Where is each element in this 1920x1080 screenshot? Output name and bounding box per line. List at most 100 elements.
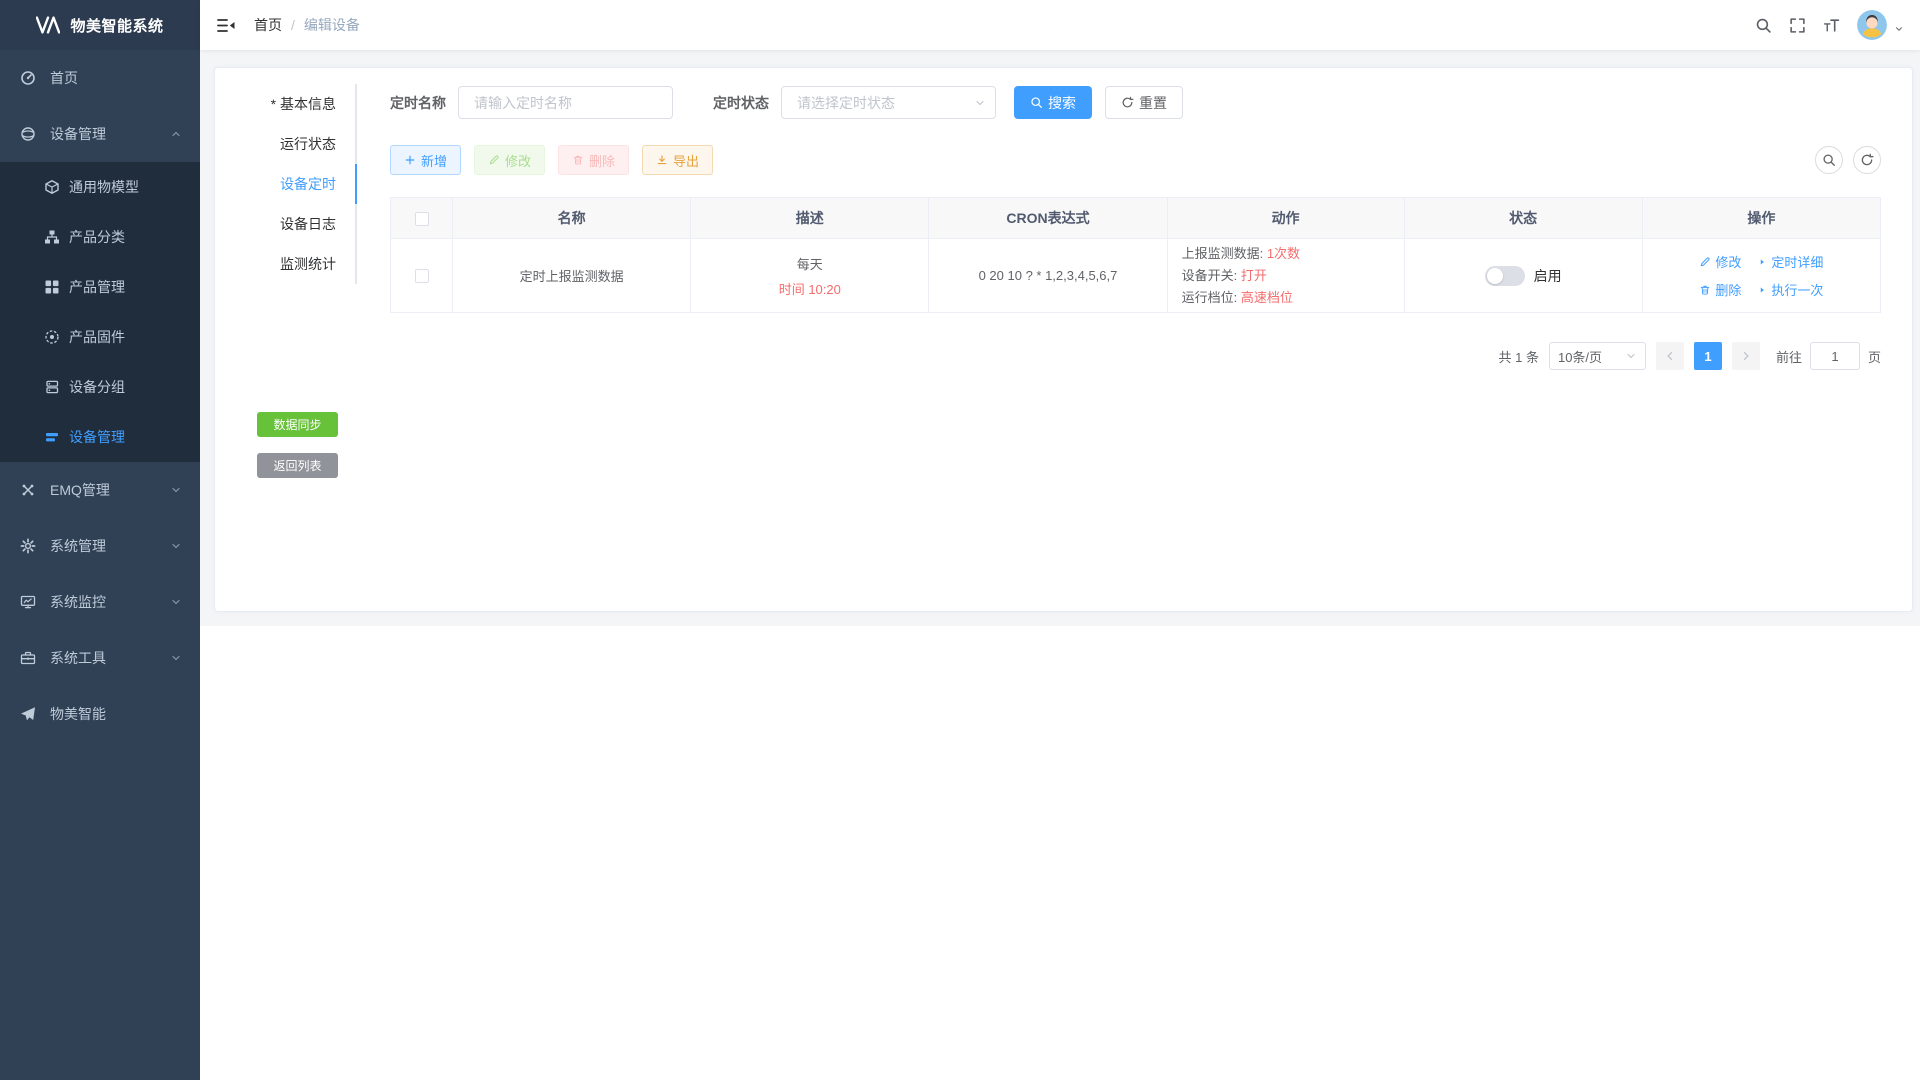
col-cron: CRON表达式 (929, 198, 1167, 239)
sidebar-item-product-management[interactable]: 产品管理 (0, 262, 200, 312)
font-size-icon[interactable] (1823, 17, 1840, 34)
edit-icon (1699, 256, 1711, 268)
refresh-icon (1121, 96, 1134, 109)
add-button[interactable]: 新增 (390, 145, 461, 175)
download-icon (656, 154, 668, 166)
page-number-button[interactable]: 1 (1694, 342, 1722, 370)
tab-run-status[interactable]: 运行状态 (215, 124, 355, 164)
chevron-down-icon (170, 596, 182, 608)
table-right-tools (1815, 146, 1881, 174)
avatar (1857, 10, 1887, 40)
cell-description: 每天 时间 10:20 (691, 239, 929, 313)
refresh-icon (1860, 153, 1874, 167)
search-icon (1822, 153, 1836, 167)
tab-monitor-stats[interactable]: 监测统计 (215, 244, 355, 284)
pagination: 共 1 条 10条/页 1 前往 页 (390, 342, 1881, 370)
timer-name-label: 定时名称 (390, 93, 446, 113)
sidebar-item-home[interactable]: 首页 (0, 50, 200, 106)
sidebar-item-system-monitor[interactable]: 系统监控 (0, 574, 200, 630)
data-sync-button[interactable]: 数据同步 (257, 412, 338, 437)
row-edit-link[interactable]: 修改 (1699, 252, 1741, 271)
sidebar-item-product-firmware[interactable]: 产品固件 (0, 312, 200, 362)
tab-device-log[interactable]: 设备日志 (215, 204, 355, 244)
caret-down-icon (1894, 24, 1904, 34)
fullscreen-icon[interactable] (1789, 17, 1806, 34)
tab-basic-info[interactable]: * 基本信息 (215, 84, 355, 124)
sidebar-item-label: 设备分组 (69, 377, 125, 397)
pagination-total: 共 1 条 (1499, 347, 1539, 366)
cell-status: 启用 (1404, 239, 1642, 313)
sidebar-item-thing-model[interactable]: 通用物模型 (0, 162, 200, 212)
col-action: 动作 (1167, 198, 1404, 239)
sidebar-item-product-category[interactable]: 产品分类 (0, 212, 200, 262)
sidebar-item-device-management[interactable]: 设备管理 (0, 106, 200, 162)
goto-page-input[interactable] (1810, 342, 1860, 370)
status-toggle[interactable] (1485, 266, 1525, 286)
row-run-once-link[interactable]: 执行一次 (1757, 280, 1823, 299)
cube-icon (44, 179, 60, 195)
edit-icon (488, 154, 500, 166)
plus-icon (404, 154, 416, 166)
tab-device-timer[interactable]: 设备定时 (215, 164, 355, 204)
sidebar-item-label: 系统监控 (50, 592, 106, 612)
refresh-button[interactable] (1853, 146, 1881, 174)
export-button[interactable]: 导出 (642, 145, 713, 175)
dashboard-icon (20, 70, 36, 86)
app-logo[interactable]: 物美智能系统 (0, 0, 200, 50)
select-all-checkbox[interactable] (415, 212, 429, 226)
arrow-right-icon (1740, 350, 1752, 362)
chevron-up-icon (170, 128, 182, 140)
sidebar-item-label: 通用物模型 (69, 177, 139, 197)
sidebar-item-label: 产品固件 (69, 327, 125, 347)
search-button[interactable]: 搜索 (1014, 86, 1092, 119)
filter-form: 定时名称 定时状态 请选择定时状态 搜索 重置 (390, 86, 1881, 119)
edit-button[interactable]: 修改 (474, 145, 545, 175)
device-management-submenu: 通用物模型 产品分类 产品管理 产品固件 设备分组 (0, 162, 200, 462)
timer-status-select[interactable]: 请选择定时状态 (781, 86, 996, 119)
device-list-icon (44, 429, 60, 445)
col-operations: 操作 (1642, 198, 1880, 239)
page-size-select[interactable]: 10条/页 (1549, 342, 1646, 370)
row-delete-link[interactable]: 删除 (1699, 280, 1741, 299)
desc-line2: 时间 10:20 (691, 279, 928, 298)
sidebar-item-label: 产品分类 (69, 227, 125, 247)
toggle-search-button[interactable] (1815, 146, 1843, 174)
cell-actions: 上报监测数据: 1次数 设备开关: 打开 运行档位: 高速档位 (1167, 239, 1404, 313)
sidebar-item-label: 设备管理 (69, 427, 125, 447)
status-label: 启用 (1534, 266, 1562, 286)
action-line: 运行档位: 高速档位 (1182, 287, 1404, 309)
device-edit-card: * 基本信息 运行状态 设备定时 设备日志 监测统计 数据同步 返回列表 (214, 67, 1913, 612)
prev-page-button[interactable] (1656, 342, 1684, 370)
reset-button[interactable]: 重置 (1105, 86, 1183, 119)
breadcrumb-home[interactable]: 首页 (254, 15, 282, 35)
chevron-down-icon (170, 484, 182, 496)
breadcrumb-separator: / (291, 17, 295, 33)
trash-icon (1699, 284, 1711, 296)
sidebar-item-device-list[interactable]: 设备管理 (0, 412, 200, 462)
sidebar-item-wumei-smart[interactable]: 物美智能 (0, 686, 200, 742)
search-icon[interactable] (1755, 17, 1772, 34)
user-menu[interactable] (1857, 10, 1904, 40)
sidebar-item-label: EMQ管理 (50, 480, 110, 500)
chevron-down-icon (170, 540, 182, 552)
sidebar-item-emq[interactable]: EMQ管理 (0, 462, 200, 518)
gear-icon (20, 538, 36, 554)
row-timer-detail-link[interactable]: 定时详细 (1757, 252, 1823, 271)
select-all-cell (391, 198, 453, 239)
main-column: 首页 / 编辑设备 (200, 0, 1920, 1080)
next-page-button[interactable] (1732, 342, 1760, 370)
back-to-list-button[interactable]: 返回列表 (257, 453, 338, 478)
top-navbar: 首页 / 编辑设备 (200, 0, 1920, 50)
sidebar-item-system-tools[interactable]: 系统工具 (0, 630, 200, 686)
chevron-down-icon (974, 97, 986, 109)
navbar-tools (1755, 10, 1904, 40)
chevron-down-icon (1625, 350, 1637, 362)
sidebar-item-label: 产品管理 (69, 277, 125, 297)
sidebar-toggle-icon[interactable] (216, 17, 236, 34)
timer-name-input[interactable] (458, 86, 673, 119)
sidebar-item-system-management[interactable]: 系统管理 (0, 518, 200, 574)
row-select-cell (391, 239, 453, 313)
delete-button[interactable]: 删除 (558, 145, 629, 175)
row-checkbox[interactable] (415, 269, 429, 283)
sidebar-item-device-group[interactable]: 设备分组 (0, 362, 200, 412)
